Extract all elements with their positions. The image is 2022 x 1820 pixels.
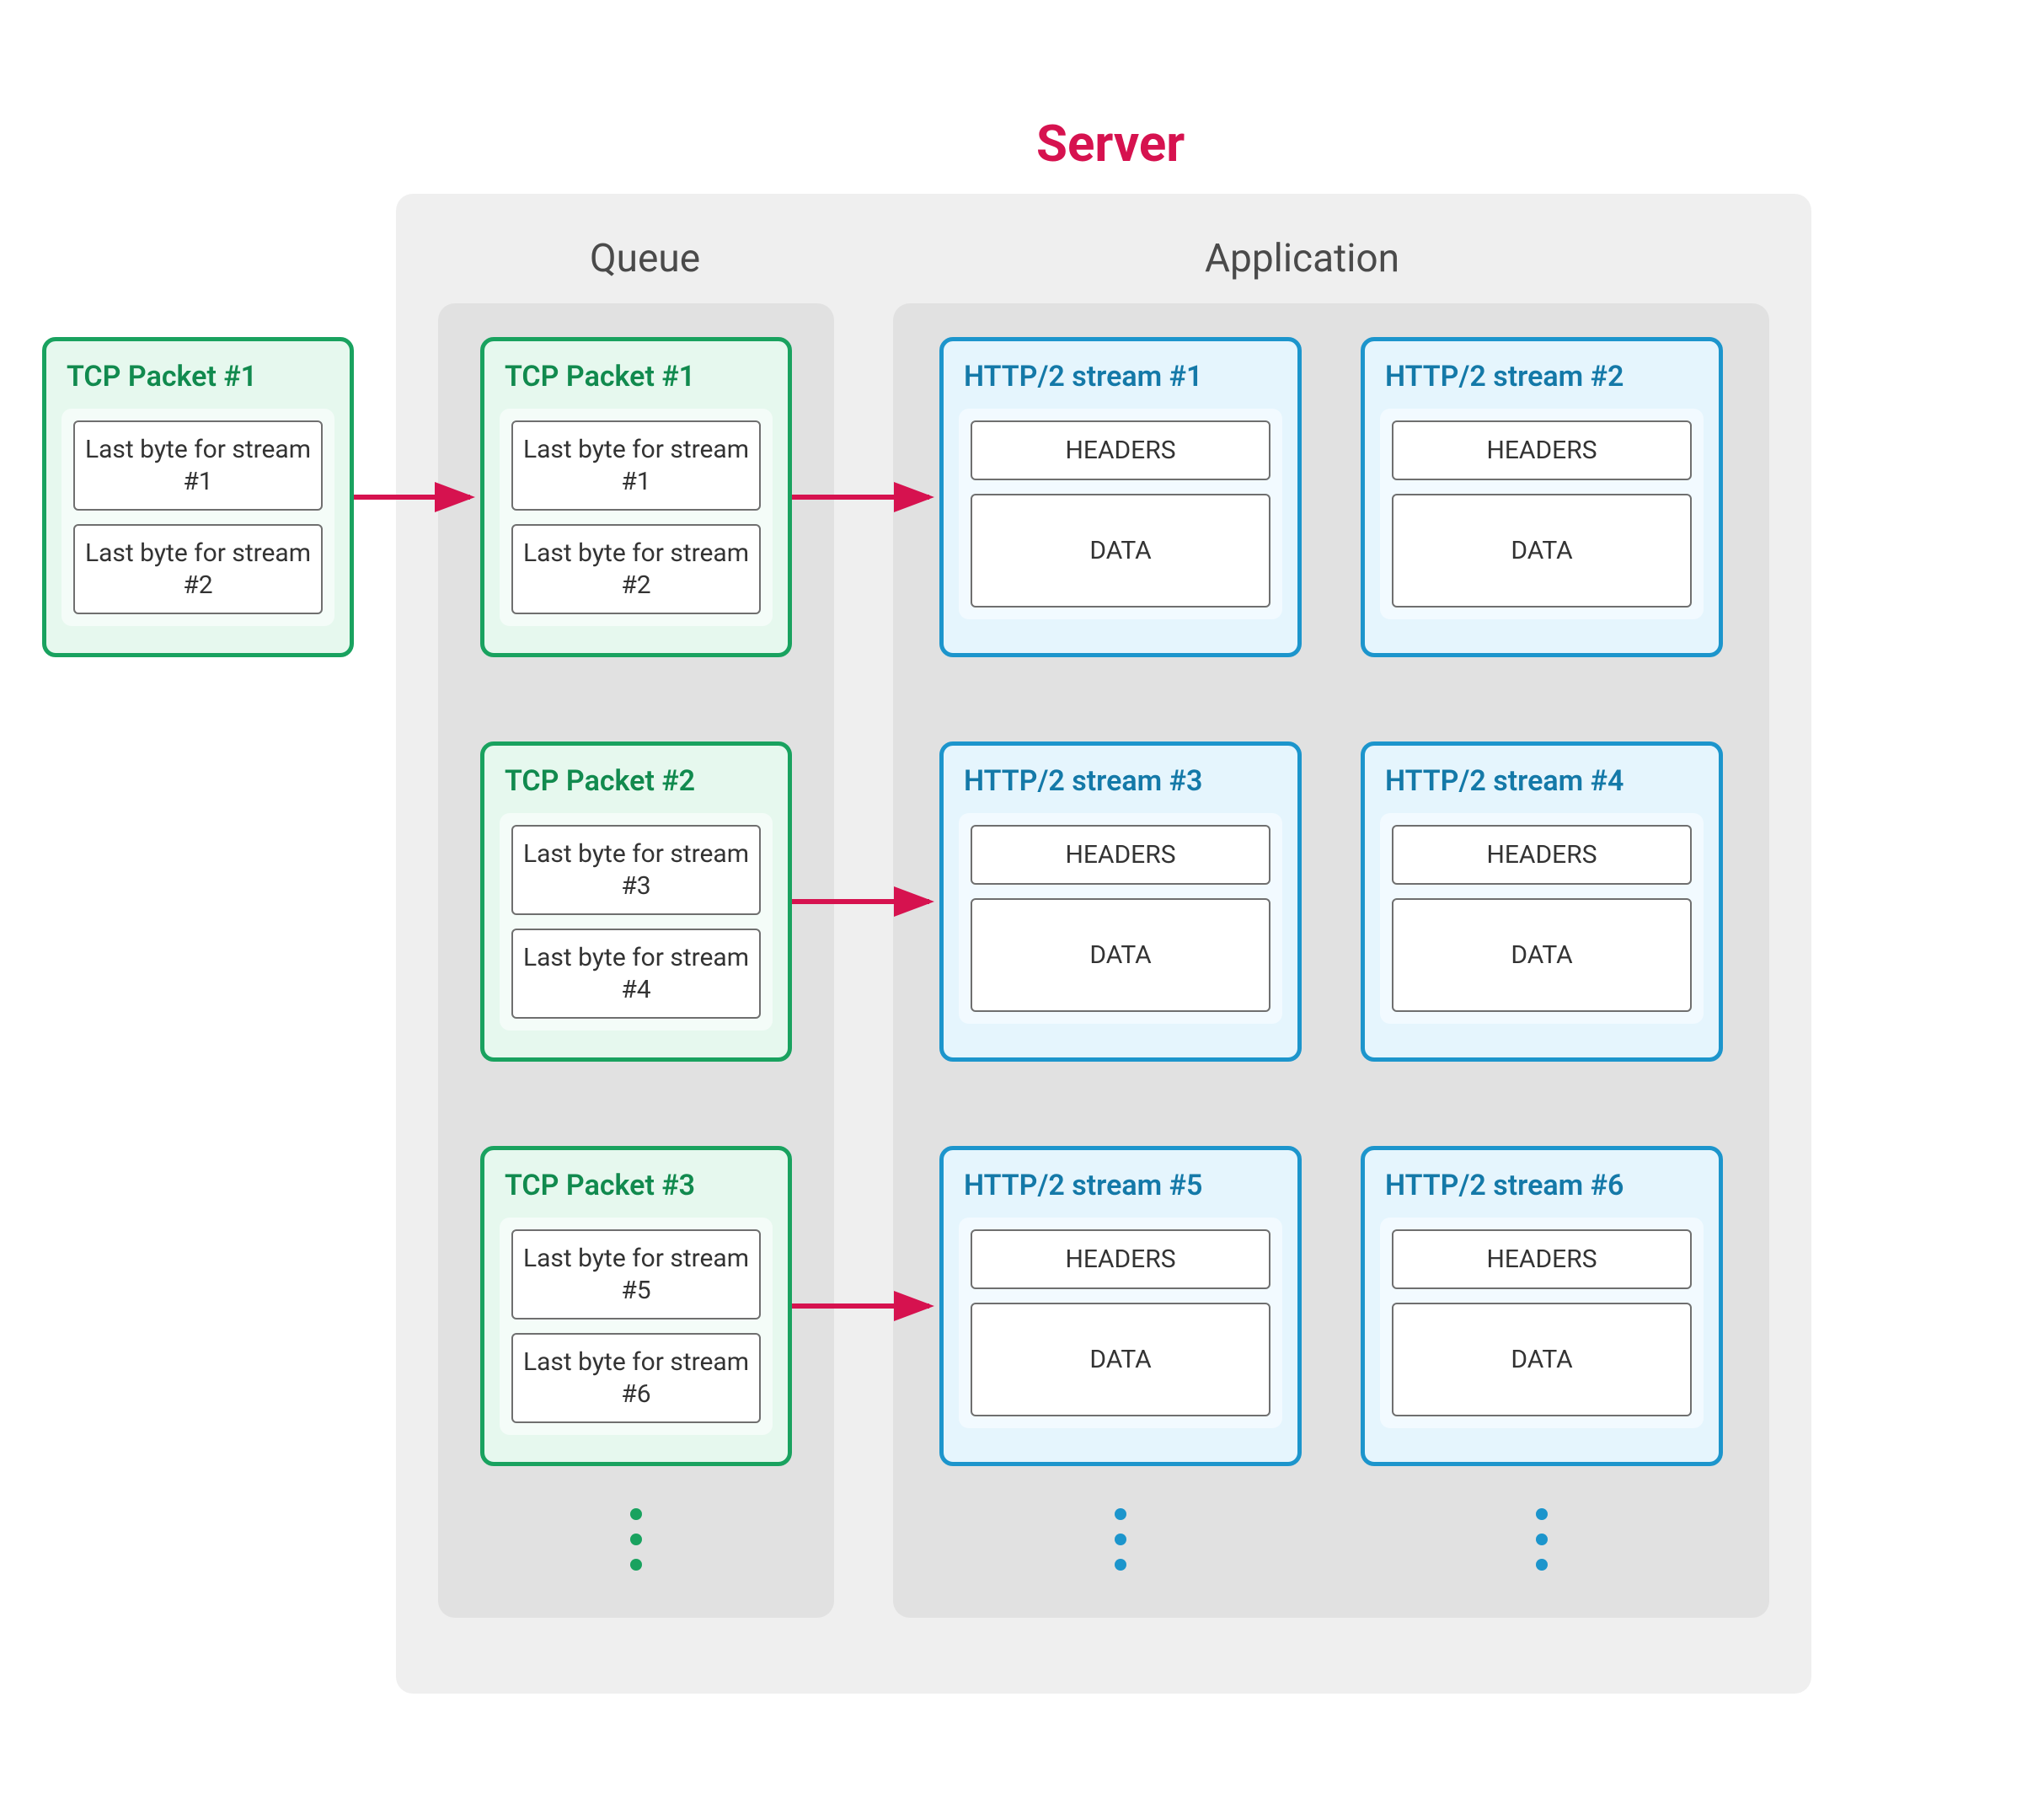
- queue-ellipsis-icon: [630, 1508, 642, 1571]
- http2-stream-1: HTTP/2 stream #1 HEADERS DATA: [939, 337, 1302, 657]
- stream-headers: HEADERS: [1392, 420, 1692, 480]
- queue-section-label: Queue: [590, 236, 700, 281]
- stream-headers: HEADERS: [1392, 825, 1692, 885]
- stream-inner: HEADERS DATA: [1380, 1218, 1704, 1428]
- byte-row: Last byte for stream #6: [511, 1333, 761, 1423]
- stream-title: HTTP/2 stream #6: [1385, 1169, 1704, 1202]
- app-ellipsis-icon: [1536, 1508, 1548, 1571]
- application-section-label: Application: [1205, 236, 1399, 281]
- stream-inner: HEADERS DATA: [959, 813, 1282, 1024]
- stream-title: HTTP/2 stream #3: [964, 764, 1282, 798]
- stream-title: HTTP/2 stream #1: [964, 360, 1282, 393]
- stream-title: HTTP/2 stream #2: [1385, 360, 1704, 393]
- tcp-packet-inner: Last byte for stream #3 Last byte for st…: [500, 813, 773, 1030]
- stream-title: HTTP/2 stream #4: [1385, 764, 1704, 798]
- queue-tcp-packet-2: TCP Packet #2 Last byte for stream #3 La…: [480, 741, 792, 1062]
- http2-stream-3: HTTP/2 stream #3 HEADERS DATA: [939, 741, 1302, 1062]
- queue-tcp-packet-3: TCP Packet #3 Last byte for stream #5 La…: [480, 1146, 792, 1466]
- http2-stream-5: HTTP/2 stream #5 HEADERS DATA: [939, 1146, 1302, 1466]
- byte-row: Last byte for stream #1: [511, 420, 761, 511]
- stream-data: DATA: [971, 1303, 1270, 1416]
- tcp-packet-title: TCP Packet #2: [505, 764, 773, 798]
- tcp-packet-title: TCP Packet #1: [505, 360, 773, 393]
- byte-row: Last byte for stream #5: [511, 1229, 761, 1320]
- stream-inner: HEADERS DATA: [959, 409, 1282, 619]
- byte-row: Last byte for stream #4: [511, 929, 761, 1019]
- stream-title: HTTP/2 stream #5: [964, 1169, 1282, 1202]
- tcp-packet-inner: Last byte for stream #1 Last byte for st…: [500, 409, 773, 626]
- byte-row: Last byte for stream #3: [511, 825, 761, 915]
- byte-row: Last byte for stream #1: [73, 420, 323, 511]
- diagram-title: Server: [1036, 114, 1185, 174]
- stream-inner: HEADERS DATA: [1380, 813, 1704, 1024]
- stream-headers: HEADERS: [971, 1229, 1270, 1289]
- stream-headers: HEADERS: [971, 825, 1270, 885]
- http2-stream-4: HTTP/2 stream #4 HEADERS DATA: [1361, 741, 1723, 1062]
- stream-data: DATA: [1392, 494, 1692, 608]
- http2-stream-2: HTTP/2 stream #2 HEADERS DATA: [1361, 337, 1723, 657]
- stream-data: DATA: [1392, 898, 1692, 1012]
- byte-row: Last byte for stream #2: [511, 524, 761, 614]
- tcp-packet-inner: Last byte for stream #5 Last byte for st…: [500, 1218, 773, 1435]
- stream-inner: HEADERS DATA: [1380, 409, 1704, 619]
- stream-data: DATA: [971, 494, 1270, 608]
- stream-headers: HEADERS: [1392, 1229, 1692, 1289]
- stream-data: DATA: [1392, 1303, 1692, 1416]
- tcp-packet-inner: Last byte for stream #1 Last byte for st…: [62, 409, 334, 626]
- external-tcp-packet: TCP Packet #1 Last byte for stream #1 La…: [42, 337, 354, 657]
- stream-data: DATA: [971, 898, 1270, 1012]
- app-ellipsis-icon: [1115, 1508, 1126, 1571]
- queue-tcp-packet-1: TCP Packet #1 Last byte for stream #1 La…: [480, 337, 792, 657]
- tcp-packet-title: TCP Packet #1: [67, 360, 334, 393]
- stream-headers: HEADERS: [971, 420, 1270, 480]
- stream-inner: HEADERS DATA: [959, 1218, 1282, 1428]
- http2-stream-6: HTTP/2 stream #6 HEADERS DATA: [1361, 1146, 1723, 1466]
- tcp-packet-title: TCP Packet #3: [505, 1169, 773, 1202]
- byte-row: Last byte for stream #2: [73, 524, 323, 614]
